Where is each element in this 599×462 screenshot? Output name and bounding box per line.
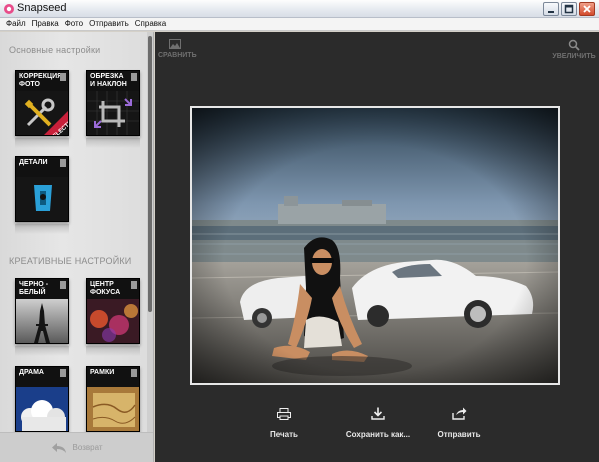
tile-corner-marker (60, 369, 66, 377)
tool-label-black-white: ЧЕРНО - БЕЛЫЙ (19, 281, 49, 296)
minimize-button[interactable] (543, 2, 559, 16)
tool-tile-crop[interactable]: ОБРЕЗКА И НАКЛОН (86, 70, 140, 136)
tool-label-details: ДЕТАЛИ (19, 159, 48, 166)
title-bar: Snapseed (0, 0, 599, 18)
maximize-button[interactable] (561, 2, 577, 16)
tool-label-frames: РАМКИ (90, 369, 115, 376)
print-label: Печать (270, 430, 298, 439)
tool-tile-details[interactable]: ДЕТАЛИ (15, 156, 69, 222)
tile-corner-marker (131, 369, 137, 377)
tool-tile-black-white[interactable]: ЧЕРНО - БЕЛЫЙ (15, 278, 69, 344)
tile-reflection (15, 138, 69, 148)
window-title: Snapseed (17, 2, 67, 14)
tool-label-crop: ОБРЕЗКА И НАКЛОН (90, 73, 127, 88)
sharpener-icon (16, 177, 68, 221)
compare-button[interactable]: СРАВНИТЬ (158, 39, 197, 59)
menu-file[interactable]: Файл (3, 18, 29, 30)
selective-badge-text: SELECTIVE (49, 119, 69, 136)
menu-bar: Файл Правка Фото Отправить Справка (0, 18, 599, 31)
close-icon (583, 5, 591, 13)
menu-help[interactable]: Справка (132, 18, 169, 30)
close-button[interactable] (579, 2, 595, 16)
tools-panel: Основные настройки КОРРЕКЦИЯ ФОТО SELECT… (0, 32, 154, 462)
compare-label: СРАВНИТЬ (158, 52, 197, 59)
tile-reflection (15, 224, 69, 234)
save-as-button[interactable]: Сохранить как... (333, 407, 423, 439)
clouds-photo (16, 387, 68, 431)
bokeh-photo (87, 299, 139, 343)
editor-canvas: СРАВНИТЬ УВЕЛИЧИТЬ Печать Сохранить как.… (155, 32, 599, 462)
tool-label-correction: КОРРЕКЦИЯ ФОТО (19, 73, 63, 88)
tile-reflection (86, 346, 140, 356)
tile-corner-marker (60, 281, 66, 289)
tile-corner-marker (60, 159, 66, 167)
app-icon (4, 4, 14, 14)
zoom-label: УВЕЛИЧИТЬ (552, 53, 596, 60)
tool-tile-correction[interactable]: КОРРЕКЦИЯ ФОТО SELECTIVE (15, 70, 69, 136)
back-button[interactable]: Возврат (0, 432, 153, 462)
eiffel-tower-photo (16, 299, 68, 343)
selective-badge: SELECTIVE (49, 119, 69, 136)
back-label: Возврат (72, 443, 103, 452)
save-as-label: Сохранить как... (345, 430, 411, 439)
share-icon (451, 407, 466, 420)
tile-corner-marker (131, 73, 137, 81)
compare-icon (169, 39, 181, 49)
tile-reflection (15, 346, 69, 356)
frame-texture-photo (87, 387, 139, 431)
tile-corner-marker (131, 281, 137, 289)
share-button[interactable]: Отправить (431, 407, 487, 439)
minimize-icon (548, 11, 554, 13)
download-icon (371, 407, 385, 420)
photo-preview (190, 106, 560, 385)
tool-tile-center-focus[interactable]: ЦЕНТР ФОКУСА (86, 278, 140, 344)
magnifier-icon (568, 39, 580, 51)
edited-photo (192, 108, 558, 383)
menu-share[interactable]: Отправить (86, 18, 132, 30)
basic-settings-title: Основные настройки (9, 45, 101, 55)
share-label: Отправить (437, 430, 481, 439)
tool-tile-frames[interactable]: РАМКИ (86, 366, 140, 432)
tool-label-center-focus: ЦЕНТР ФОКУСА (90, 281, 121, 296)
creative-settings-title: КРЕАТИВНЫЕ НАСТРОЙКИ (9, 256, 132, 266)
tile-reflection (86, 138, 140, 148)
printer-icon (277, 408, 291, 420)
tool-label-drama: ДРАМА (19, 369, 44, 376)
crop-icon (87, 91, 139, 135)
print-button[interactable]: Печать (259, 407, 309, 439)
menu-photo[interactable]: Фото (62, 18, 86, 30)
tile-corner-marker (60, 73, 66, 81)
menu-edit[interactable]: Правка (29, 18, 62, 30)
tools-scrollbar-thumb[interactable] (148, 36, 152, 312)
tool-tile-drama[interactable]: ДРАМА (15, 366, 69, 432)
zoom-button[interactable]: УВЕЛИЧИТЬ (551, 39, 597, 60)
maximize-icon (564, 4, 574, 14)
back-arrow-icon (51, 442, 66, 453)
